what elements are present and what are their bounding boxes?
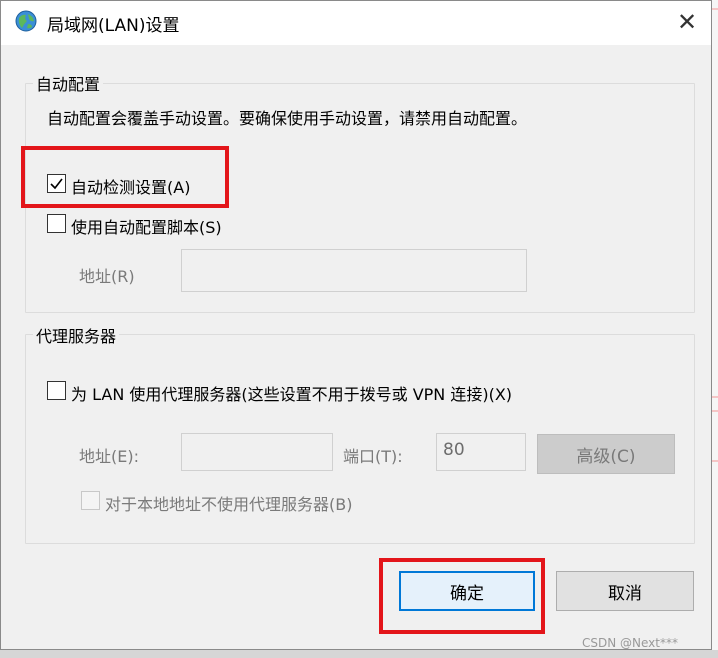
background-bottom-bar (0, 650, 718, 658)
auto-config-group-label: 自动配置 (33, 71, 104, 95)
auto-detect-label[interactable]: 自动检测设置(A) (71, 174, 190, 198)
background-line (712, 410, 718, 412)
advanced-button[interactable]: 高级(C) (537, 434, 675, 474)
bypass-local-checkbox[interactable] (81, 491, 100, 510)
background-line (712, 8, 718, 10)
background-line (712, 460, 718, 462)
title-bar: 局域网(LAN)设置 ✕ (1, 1, 711, 45)
use-proxy-label[interactable]: 为 LAN 使用代理服务器(这些设置不用于拨号或 VPN 连接)(X) (71, 381, 512, 405)
auto-config-description: 自动配置会覆盖手动设置。要确保使用手动设置，请禁用自动配置。 (47, 109, 528, 128)
proxy-port-input[interactable]: 80 (436, 433, 526, 471)
proxy-port-label: 端口(T): (343, 447, 403, 466)
close-icon: ✕ (676, 8, 698, 36)
close-button[interactable]: ✕ (665, 3, 709, 41)
proxy-group-label: 代理服务器 (33, 323, 120, 347)
bypass-local-label[interactable]: 对于本地地址不使用代理服务器(B) (105, 491, 352, 515)
proxy-address-input[interactable] (181, 433, 333, 471)
script-address-label: 地址(R) (79, 267, 135, 286)
watermark: CSDN @Next*** (582, 636, 678, 650)
checkmark-icon (50, 178, 63, 190)
globe-icon (15, 10, 37, 32)
lan-settings-dialog: 局域网(LAN)设置 ✕ 自动配置 自动配置会覆盖手动设置。要确保使用手动设置，… (0, 0, 712, 650)
auto-detect-checkbox[interactable] (47, 174, 66, 193)
use-script-label[interactable]: 使用自动配置脚本(S) (71, 214, 222, 238)
use-proxy-checkbox[interactable] (47, 381, 66, 400)
background-line (712, 396, 718, 398)
ok-button[interactable]: 确定 (399, 571, 535, 611)
use-script-checkbox[interactable] (47, 214, 66, 233)
cancel-button[interactable]: 取消 (556, 571, 694, 611)
proxy-address-label: 地址(E): (79, 447, 139, 466)
dialog-title: 局域网(LAN)设置 (47, 16, 180, 36)
script-address-input[interactable] (181, 249, 527, 292)
